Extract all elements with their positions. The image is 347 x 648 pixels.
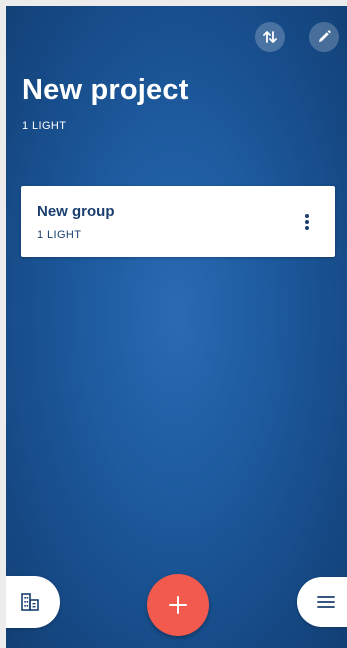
app-screen: New project 1 LIGHT New group 1 LIGHT: [6, 6, 347, 648]
project-light-count: 1 LIGHT: [22, 120, 67, 132]
sort-arrows-icon: [263, 31, 277, 43]
group-card[interactable]: New group 1 LIGHT: [21, 186, 335, 257]
pencil-icon: [319, 30, 331, 42]
buildings-button[interactable]: [6, 576, 60, 628]
group-menu-button[interactable]: [297, 208, 317, 236]
group-name: New group: [37, 203, 115, 220]
menu-button[interactable]: [297, 577, 347, 627]
building-icon: [21, 593, 39, 611]
edit-button[interactable]: [309, 22, 339, 52]
hamburger-menu-icon: [317, 596, 335, 608]
more-vertical-icon: [305, 214, 309, 230]
page-title: New project: [22, 74, 189, 106]
add-button[interactable]: [147, 574, 209, 636]
sort-button[interactable]: [255, 22, 285, 52]
plus-icon: [169, 596, 187, 614]
group-light-count: 1 LIGHT: [37, 229, 82, 241]
